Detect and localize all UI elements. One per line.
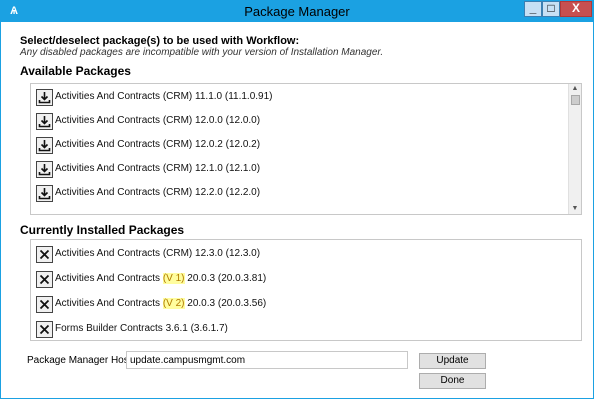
available-package-label: Activities And Contracts (CRM) 12.1.0 (1…	[55, 163, 261, 174]
minimize-button[interactable]: _	[524, 1, 542, 17]
installed-packages-title: Currently Installed Packages	[20, 223, 185, 237]
available-package-label: Activities And Contracts (CRM) 12.0.0 (1…	[55, 115, 261, 126]
window-title: Package Manager	[244, 4, 350, 19]
close-x-icon[interactable]	[36, 246, 53, 263]
scroll-thumb[interactable]	[571, 95, 580, 105]
download-icon[interactable]	[36, 161, 53, 178]
installed-package-label: Activities And Contracts (CRM) 12.3.0 (1…	[55, 248, 260, 259]
intro-note: Any disabled packages are incompatible w…	[20, 47, 384, 58]
available-list-scrollbar[interactable]: ▲ ▼	[568, 84, 581, 214]
available-package-label: Activities And Contracts (CRM) 12.2.0 (1…	[55, 187, 261, 198]
maximize-button[interactable]: □	[542, 1, 560, 17]
close-x-icon[interactable]	[36, 296, 53, 313]
version-highlight: (V 1)	[162, 273, 185, 284]
update-button[interactable]: Update	[419, 353, 486, 369]
available-package-label: Activities And Contracts (CRM) 12.0.2 (1…	[55, 139, 261, 150]
download-icon[interactable]	[36, 185, 53, 202]
close-x-icon[interactable]	[36, 271, 53, 288]
installed-package-version: 20.0.3 (20.0.3.81)	[184, 273, 267, 284]
close-x-icon[interactable]	[36, 321, 53, 338]
host-label: Package Manager Host:	[27, 355, 135, 366]
installed-packages-list[interactable]: Activities And Contracts (CRM) 12.3.0 (1…	[30, 239, 582, 341]
available-packages-title: Available Packages	[20, 64, 131, 78]
intro-heading: Select/deselect package(s) to be used wi…	[20, 35, 300, 47]
title-bar[interactable]: Ѧ Package Manager _ □ X	[1, 1, 593, 22]
available-packages-list[interactable]: ▲ ▼ Activities And Contracts (CRM) 11.1.…	[30, 83, 582, 215]
host-input[interactable]	[126, 351, 408, 369]
version-highlight: (V 2)	[162, 298, 185, 309]
installed-package-name: Activities And Contracts (CRM) 12.3.0 (1…	[55, 248, 261, 259]
installed-package-name: Activities And Contracts	[55, 298, 163, 309]
installed-package-label: Activities And Contracts (V 2) 20.0.3 (2…	[55, 298, 266, 309]
installed-package-version: 20.0.3 (20.0.3.56)	[184, 298, 267, 309]
download-icon[interactable]	[36, 113, 53, 130]
installed-package-name: Activities And Contracts	[55, 273, 163, 284]
installed-package-label: Activities And Contracts (V 1) 20.0.3 (2…	[55, 273, 266, 284]
available-package-label: Activities And Contracts (CRM) 11.1.0 (1…	[55, 91, 273, 102]
installed-package-label: Forms Builder Contracts 3.6.1 (3.6.1.7)	[55, 323, 228, 334]
package-manager-window: Ѧ Package Manager _ □ X Select/deselect …	[0, 0, 594, 399]
download-icon[interactable]	[36, 137, 53, 154]
download-icon[interactable]	[36, 89, 53, 106]
installed-package-name: Forms Builder Contracts 3.6.1 (3.6.1.7)	[55, 323, 228, 334]
scroll-down-arrow-icon[interactable]: ▼	[569, 204, 581, 214]
scroll-up-arrow-icon[interactable]: ▲	[569, 84, 581, 94]
close-button[interactable]: X	[560, 1, 592, 17]
done-button[interactable]: Done	[419, 373, 486, 389]
